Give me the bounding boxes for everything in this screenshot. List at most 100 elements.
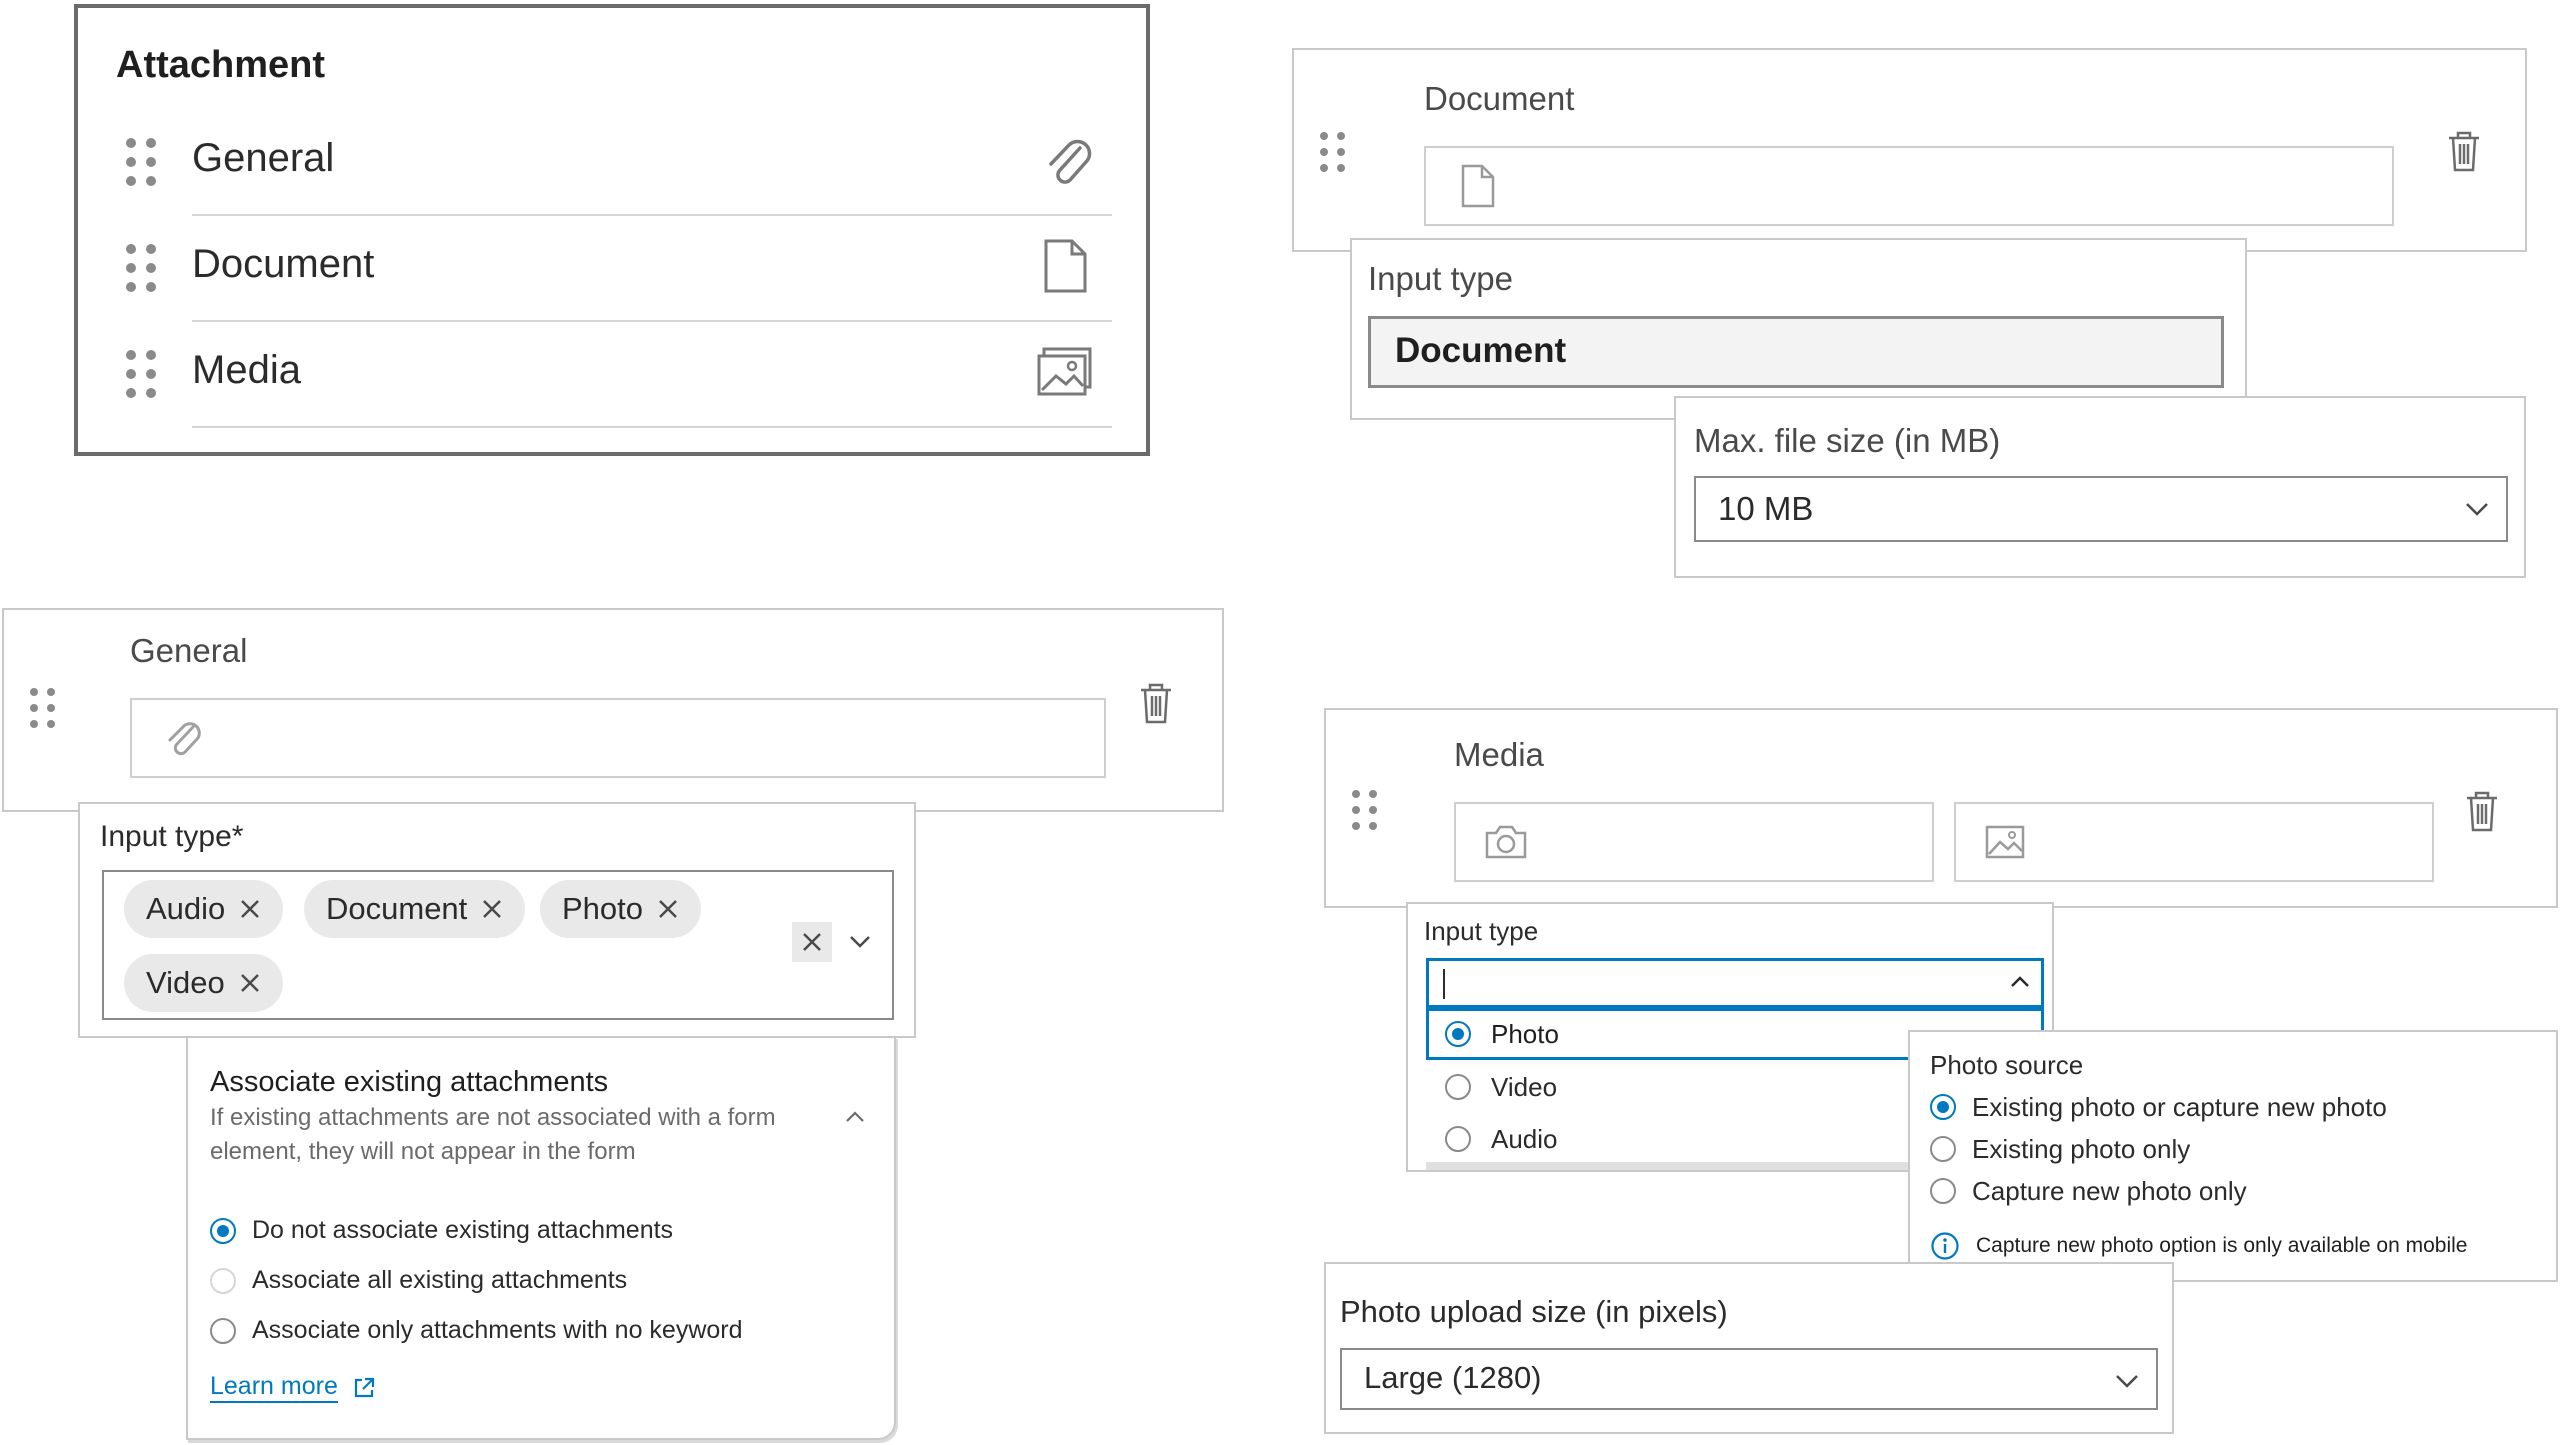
associate-title: Associate existing attachments — [210, 1066, 609, 1098]
learn-more-label: Learn more — [210, 1372, 338, 1403]
option-label: Photo — [1491, 1019, 1559, 1049]
max-file-size-select[interactable]: 10 MB — [1694, 476, 2508, 542]
input-type-label: Input type — [1368, 260, 1513, 297]
chip-label: Photo — [562, 891, 644, 926]
option-label: Associate all existing attachments — [252, 1266, 628, 1294]
photo-upload-size-label: Photo upload size (in pixels) — [1340, 1294, 1728, 1329]
general-element-card[interactable]: General — [2, 608, 1224, 812]
radio-button[interactable] — [210, 1318, 236, 1344]
radio-button[interactable] — [1930, 1094, 1956, 1120]
clear-all-button[interactable] — [792, 922, 832, 962]
document-input-type-panel: Input type Document — [1350, 238, 2247, 420]
trash-icon[interactable] — [2446, 130, 2482, 172]
radio-button[interactable] — [210, 1218, 236, 1244]
photo-source-option-existing-only[interactable]: Existing photo only — [1930, 1132, 2540, 1168]
document-icon — [1460, 164, 1496, 208]
text-cursor — [1443, 969, 1445, 999]
max-file-size-value: 10 MB — [1718, 490, 1814, 527]
close-icon[interactable] — [239, 972, 261, 994]
associate-description-line2: element, they will not appear in the for… — [210, 1138, 636, 1165]
photo-source-label: Photo source — [1930, 1050, 2084, 1080]
document-preview-field — [1424, 146, 2394, 226]
image-preview-field — [1954, 802, 2434, 882]
chevron-up-icon[interactable] — [844, 1110, 866, 1124]
option-label: Existing photo or capture new photo — [1972, 1092, 2387, 1122]
chip-document[interactable]: Document — [304, 880, 526, 938]
general-preview-field — [130, 698, 1106, 778]
paperclip-icon — [1040, 134, 1096, 190]
drag-handle-icon[interactable] — [126, 350, 157, 398]
radio-button[interactable] — [1445, 1074, 1471, 1100]
chip-label: Video — [146, 965, 225, 1000]
image-icon — [1036, 346, 1094, 398]
document-icon — [1040, 238, 1090, 294]
paperclip-icon — [162, 716, 206, 760]
max-file-size-label: Max. file size (in MB) — [1694, 422, 2001, 459]
attachment-item-label: Document — [192, 242, 375, 286]
photo-upload-size-select[interactable]: Large (1280) — [1340, 1348, 2158, 1410]
trash-icon[interactable] — [1138, 682, 1174, 724]
input-type-multiselect[interactable]: Audio Document Photo Video — [102, 870, 894, 1020]
photo-source-option-capture-only[interactable]: Capture new photo only — [1930, 1174, 2540, 1210]
drag-handle-icon[interactable] — [30, 688, 56, 728]
drag-handle-icon[interactable] — [126, 138, 157, 186]
input-type-value: Document — [1395, 331, 1567, 370]
camera-preview-field — [1454, 802, 1934, 882]
camera-icon — [1484, 824, 1528, 860]
max-file-size-panel: Max. file size (in MB) 10 MB — [1674, 396, 2526, 578]
radio-button[interactable] — [1930, 1136, 1956, 1162]
associate-option-no-keyword[interactable]: Associate only attachments with no keywo… — [210, 1314, 870, 1350]
option-label: Do not associate existing attachments — [252, 1216, 674, 1244]
general-input-type-panel: Input type* Audio Document Photo Video — [78, 802, 916, 1038]
chip-audio[interactable]: Audio — [124, 880, 284, 938]
chip-label: Document — [326, 891, 468, 926]
trash-icon[interactable] — [2464, 790, 2500, 832]
info-icon — [1930, 1231, 1960, 1261]
attachment-item-document[interactable]: Document — [78, 224, 1146, 324]
chip-photo[interactable]: Photo — [540, 880, 702, 938]
drag-handle-icon[interactable] — [1352, 790, 1378, 830]
image-icon — [1984, 824, 2026, 860]
attachment-item-media[interactable]: Media — [78, 330, 1146, 430]
photo-upload-size-value: Large (1280) — [1364, 1360, 1542, 1395]
media-element-card[interactable]: Media — [1324, 708, 2558, 908]
input-type-label: Input type — [1424, 916, 1539, 946]
radio-button[interactable] — [1930, 1178, 1956, 1204]
info-text: Capture new photo option is only availab… — [1976, 1234, 2468, 1257]
document-element-card[interactable]: Document — [1292, 48, 2527, 252]
associate-option-none[interactable]: Do not associate existing attachments — [210, 1214, 870, 1250]
element-label: Media — [1454, 736, 1544, 773]
close-icon — [801, 931, 823, 953]
attachment-item-label: Media — [192, 348, 301, 392]
photo-source-option-existing-or-capture[interactable]: Existing photo or capture new photo — [1930, 1090, 2540, 1126]
option-label: Associate only attachments with no keywo… — [252, 1316, 743, 1344]
element-label: Document — [1424, 80, 1575, 117]
input-type-search-input[interactable] — [1426, 958, 2044, 1008]
learn-more-link[interactable]: Learn more — [210, 1372, 376, 1403]
info-notice: Capture new photo option is only availab… — [1930, 1228, 2550, 1264]
external-link-icon — [352, 1376, 376, 1400]
chevron-down-icon — [2114, 1372, 2140, 1390]
drag-handle-icon[interactable] — [1320, 132, 1346, 172]
chevron-up-icon[interactable] — [2009, 975, 2031, 989]
attachment-title: Attachment — [116, 44, 326, 86]
attachment-item-general[interactable]: General — [78, 118, 1146, 218]
radio-button[interactable] — [1445, 1126, 1471, 1152]
radio-button[interactable] — [1445, 1021, 1471, 1047]
option-label: Capture new photo only — [1972, 1176, 2247, 1206]
chip-video[interactable]: Video — [124, 954, 283, 1012]
radio-button[interactable] — [210, 1268, 236, 1294]
drag-handle-icon[interactable] — [126, 244, 157, 292]
associate-option-all[interactable]: Associate all existing attachments — [210, 1264, 870, 1300]
close-icon[interactable] — [657, 898, 679, 920]
photo-source-panel: Photo source Existing photo or capture n… — [1908, 1030, 2558, 1282]
close-icon[interactable] — [481, 898, 503, 920]
close-icon[interactable] — [239, 898, 261, 920]
chip-label: Audio — [146, 891, 226, 926]
option-label: Video — [1491, 1072, 1558, 1102]
input-type-label: Input type* — [100, 820, 244, 853]
input-type-value-field[interactable]: Document — [1368, 316, 2224, 388]
attachment-list-panel: Attachment General Document Media — [74, 4, 1150, 456]
chevron-down-icon[interactable] — [848, 934, 872, 950]
element-label: General — [130, 632, 248, 669]
